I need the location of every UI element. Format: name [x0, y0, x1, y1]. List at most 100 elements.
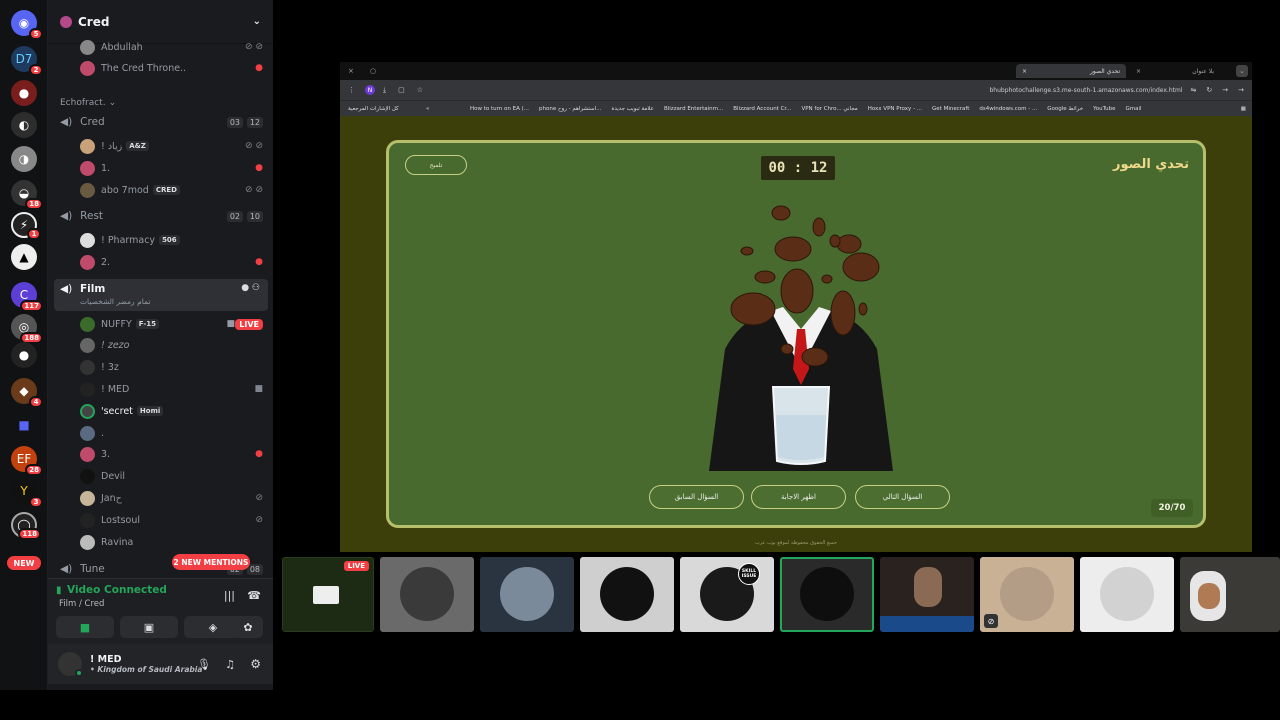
video-tile-speaking[interactable]: [780, 557, 874, 632]
bookmark-item[interactable]: Gmail: [1125, 106, 1141, 112]
voice-user[interactable]: ! Pharmacy 506: [48, 230, 273, 250]
url-field[interactable]: bhubphotochallenge.s3.me-south-1.amazona…: [989, 87, 1182, 94]
voice-user[interactable]: The Cred Throne.. ●: [48, 58, 273, 78]
category-header[interactable]: Echofract. ⌄: [48, 93, 273, 113]
server-icon-d7[interactable]: D7 2: [11, 46, 43, 76]
video-tile[interactable]: [380, 557, 474, 632]
bookmark-item[interactable]: Blizzard Account Cr...: [733, 106, 791, 112]
bookmark-item[interactable]: VPN for Chro... مجاني: [801, 106, 857, 112]
voice-user[interactable]: ! MED ■: [48, 379, 273, 399]
bookmark-item[interactable]: Hoxx VPN Proxy - ...: [868, 106, 922, 112]
discord-home-icon[interactable]: ◉ 5: [11, 10, 43, 40]
voice-channel-path[interactable]: Film / Cred: [59, 599, 104, 609]
download-icon[interactable]: ⤓: [383, 86, 386, 95]
video-tile[interactable]: [1080, 557, 1174, 632]
video-tile-stream[interactable]: LIVE: [282, 557, 374, 632]
server-icon[interactable]: ▲: [11, 244, 37, 270]
voice-user[interactable]: 2. ●: [48, 252, 273, 272]
server-icon[interactable]: ◎ 188: [11, 314, 43, 344]
folder-icon[interactable]: ■: [11, 412, 37, 438]
tab-untitled[interactable]: × بلا عنوان: [1130, 64, 1220, 78]
grid-icon[interactable]: ▦: [1241, 106, 1246, 112]
disconnect-icon[interactable]: ☎: [247, 589, 261, 602]
voice-status[interactable]: Video Connected: [67, 584, 167, 596]
bookmark-item[interactable]: Google خرائط: [1047, 106, 1083, 112]
video-tile[interactable]: [480, 557, 574, 632]
bookmark-all[interactable]: كل الإشارات المرجعية: [348, 106, 399, 112]
server-icon[interactable]: ◐: [11, 112, 37, 138]
video-tile[interactable]: SKILL ISSUE: [680, 557, 774, 632]
chevron-left-icon[interactable]: «: [426, 106, 429, 112]
star-icon[interactable]: ☆: [417, 86, 423, 94]
headphones-icon[interactable]: ♫: [225, 658, 235, 671]
hint-button[interactable]: تلميح: [405, 155, 467, 175]
screen-share-button[interactable]: ▣: [120, 616, 178, 638]
gear-icon[interactable]: ⚙: [250, 657, 261, 671]
chevron-down-icon[interactable]: ⌄: [253, 16, 261, 27]
voice-user[interactable]: ! zezo: [48, 335, 273, 355]
voice-user[interactable]: abo 7mod CRED ⊘ ⊘: [48, 180, 273, 200]
previous-question-button[interactable]: السؤال السابق: [649, 485, 744, 509]
bookmark-item[interactable]: YouTube: [1093, 106, 1115, 112]
server-icon[interactable]: ●: [11, 80, 37, 106]
voice-user[interactable]: ! زياد A&Z ⊘ ⊘: [48, 136, 273, 156]
menu-icon[interactable]: ⋮: [348, 86, 355, 94]
add-user-icon[interactable]: ● ⚇: [241, 283, 260, 293]
voice-user[interactable]: .: [48, 423, 273, 443]
bookmark-item[interactable]: علامة تبويب جديدة: [611, 106, 654, 112]
new-mentions-pill[interactable]: 2 NEW MENTIONS: [172, 554, 250, 570]
video-tile-camera[interactable]: [1180, 557, 1280, 632]
noise-suppression-icon[interactable]: |||: [224, 589, 235, 602]
voice-user[interactable]: 'secret Homi: [48, 401, 273, 421]
microphone-icon[interactable]: 🎙︎: [197, 658, 211, 671]
server-icon[interactable]: ◒ 18: [11, 180, 43, 210]
reload-icon[interactable]: ○: [370, 67, 376, 75]
screenshot-icon[interactable]: ▢: [398, 86, 405, 94]
server-icon[interactable]: ◆ 4: [11, 378, 43, 408]
server-icon[interactable]: ◯ 118: [11, 512, 41, 540]
voice-user[interactable]: ! 3z: [48, 357, 273, 377]
voice-channel-cred[interactable]: ◀) Cred 03 12: [48, 112, 273, 132]
voice-user[interactable]: Lostsoul ⊘: [48, 510, 273, 530]
reload-icon[interactable]: ↻: [1206, 86, 1212, 94]
username[interactable]: ! MED: [90, 654, 202, 665]
video-tile[interactable]: ⊘: [980, 557, 1074, 632]
voice-user[interactable]: 1. ●: [48, 158, 273, 178]
new-servers-pill[interactable]: NEW: [7, 556, 41, 570]
soundboard-button[interactable]: ✿: [233, 616, 263, 638]
avatar[interactable]: [58, 652, 83, 677]
close-icon[interactable]: ×: [1136, 68, 1141, 75]
voice-channel-rest[interactable]: ◀) Rest 02 10: [48, 206, 273, 226]
bookmark-item[interactable]: Blizzard Entertainm...: [664, 106, 723, 112]
server-icon[interactable]: Y3: [11, 478, 43, 508]
voice-user[interactable]: Devil: [48, 466, 273, 486]
forward-icon[interactable]: →: [1222, 86, 1228, 94]
tune-icon[interactable]: ⇋: [1191, 86, 1197, 94]
server-icon[interactable]: C 117: [11, 282, 43, 312]
server-icon[interactable]: EF 28: [11, 446, 43, 476]
video-tile-camera[interactable]: [880, 557, 974, 632]
voice-user[interactable]: 3. ●: [48, 444, 273, 464]
voice-user[interactable]: NUFFY F-15 ■ LIVE: [48, 314, 273, 334]
bookmark-item[interactable]: ds4windows.com - ...: [979, 106, 1037, 112]
back-icon[interactable]: →: [1238, 86, 1244, 94]
voice-user[interactable]: Ravina: [48, 532, 273, 552]
server-icon[interactable]: ●: [11, 342, 37, 368]
voice-user[interactable]: Abdullah ⊘ ⊘: [48, 37, 273, 57]
voice-user[interactable]: Janح ⊘: [48, 488, 273, 508]
chevron-down-icon[interactable]: ⌄: [1236, 65, 1248, 77]
next-question-button[interactable]: السؤال التالي: [855, 485, 950, 509]
show-answer-button[interactable]: اظهر الاجابة: [751, 485, 846, 509]
server-icon[interactable]: ◑: [11, 146, 37, 172]
extension-icon[interactable]: N: [365, 85, 375, 95]
video-tile[interactable]: [580, 557, 674, 632]
bookmark-item[interactable]: How to turn on EA (...: [470, 106, 529, 112]
server-icon[interactable]: ⚡ 1: [11, 212, 41, 240]
tab-photo-challenge[interactable]: × تحدي الصور: [1016, 64, 1126, 78]
close-icon[interactable]: ×: [1022, 68, 1027, 75]
camera-button[interactable]: ■: [56, 616, 114, 638]
voice-channel-film[interactable]: ◀) Film تمام رمضر الشخصيات ● ⚇: [54, 279, 268, 311]
bookmark-item[interactable]: phone استشراهم - روح...: [539, 106, 601, 112]
bookmark-item[interactable]: Get Minecraft: [932, 106, 969, 112]
close-icon[interactable]: ×: [348, 67, 354, 75]
